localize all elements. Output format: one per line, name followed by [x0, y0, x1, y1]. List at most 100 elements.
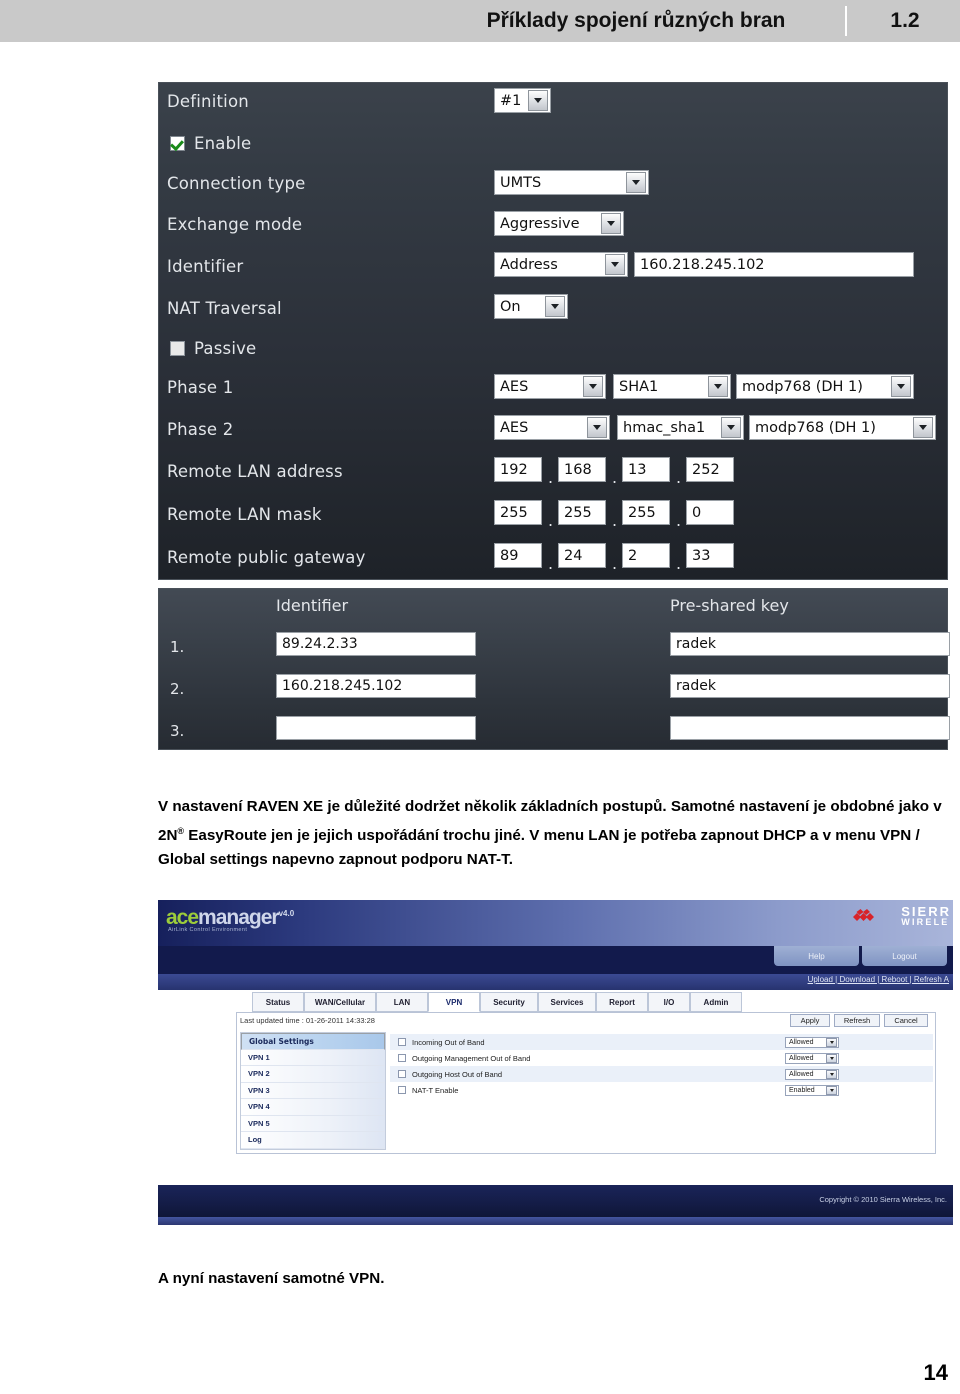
tab-vpn[interactable]: VPN [428, 992, 480, 1012]
identifier-type-value: Address [500, 256, 558, 273]
tab-io[interactable]: I/O [648, 992, 690, 1012]
definition-select[interactable]: #1 [494, 88, 551, 113]
preshared-key-panel: Identifier Pre-shared key 1. 89.24.2.33 … [158, 588, 950, 750]
logout-button[interactable]: Logout [862, 946, 947, 966]
page-title: Příklady spojení různých bran [430, 0, 842, 42]
acemanager-screenshot: acemanagerv4.0 AirLink Control Environme… [158, 900, 953, 1225]
setting-label-outgoing-host-out-of-band: Outgoing Host Out of Band [412, 1069, 503, 1079]
remote-public-gateway-octet-1[interactable]: 89 [494, 543, 542, 568]
identifier-type-select[interactable]: Address [494, 252, 628, 277]
remote-lan-mask-octet-3[interactable]: 255 [622, 500, 670, 525]
sidebar-item-vpn-5[interactable]: VPN 5 [241, 1115, 385, 1132]
apply-button[interactable]: Apply [790, 1014, 830, 1027]
octet-dot: . [612, 468, 618, 487]
remote-lan-address-octet-2[interactable]: 168 [558, 457, 606, 482]
passive-checkbox[interactable] [170, 341, 185, 356]
tab-lan[interactable]: LAN [376, 992, 428, 1012]
sidebar-item-vpn-4[interactable]: VPN 4 [241, 1099, 385, 1116]
sidebar-item-log[interactable]: Log [241, 1132, 385, 1149]
phase1-dhgroup-select[interactable]: modp768 (DH 1) [736, 374, 914, 399]
nat-traversal-value: On [500, 298, 521, 315]
chevron-down-icon [528, 90, 548, 111]
setting-select-incoming-out-of-band[interactable]: Allowed [785, 1036, 839, 1048]
setting-row-outgoing-host-out-of-band: Outgoing Host Out of Band Allowed [390, 1066, 933, 1082]
phase2-encryption-select[interactable]: AES [494, 415, 610, 440]
chevron-down-icon [708, 376, 728, 397]
phase2-authentication-select[interactable]: hmac_sha1 [617, 415, 744, 440]
setting-select-outgoing-host-out-of-band[interactable]: Allowed [785, 1068, 839, 1080]
identifier-address-input[interactable]: 160.218.245.102 [634, 252, 914, 277]
cancel-button[interactable]: Cancel [884, 1014, 928, 1027]
tab-report[interactable]: Report [596, 992, 648, 1012]
help-button[interactable]: Help [774, 946, 859, 966]
psk-key-input-3[interactable] [670, 716, 950, 740]
setting-value-incoming-out-of-band: Allowed [789, 1038, 814, 1046]
remote-lan-address-octet-3[interactable]: 13 [622, 457, 670, 482]
phase2-dhgroup-value: modp768 (DH 1) [755, 419, 876, 436]
sidebar-item-global-settings[interactable]: Global Settings [241, 1033, 385, 1050]
tab-security[interactable]: Security [480, 992, 538, 1012]
sierra-wireless-brand-text: SIERR WIRELE [901, 905, 951, 928]
psk-key-input-1[interactable]: radek [670, 632, 950, 656]
chevron-down-icon [626, 172, 646, 193]
octet-dot: . [676, 511, 682, 530]
sidebar-item-vpn-1[interactable]: VPN 1 [241, 1049, 385, 1066]
checkbox-outgoing-management-out-of-band[interactable] [398, 1054, 406, 1062]
remote-lan-address-octet-1[interactable]: 192 [494, 457, 542, 482]
acemanager-quick-links[interactable]: Upload | Download | Reboot | Refresh A [808, 975, 949, 984]
psk-identifier-input-3[interactable] [276, 716, 476, 740]
checkbox-nat-t-enable[interactable] [398, 1086, 406, 1094]
remote-public-gateway-octet-4[interactable]: 33 [686, 543, 734, 568]
chevron-down-icon [913, 417, 933, 438]
connection-type-select[interactable]: UMTS [494, 170, 649, 195]
label-nat-traversal: NAT Traversal [167, 299, 282, 318]
exchange-mode-value: Aggressive [500, 215, 580, 232]
tab-services[interactable]: Services [538, 992, 596, 1012]
remote-lan-mask-octet-1[interactable]: 255 [494, 500, 542, 525]
exchange-mode-select[interactable]: Aggressive [494, 211, 624, 236]
tab-wan-cellular[interactable]: WAN/Cellular [304, 992, 376, 1012]
tab-admin[interactable]: Admin [690, 992, 742, 1012]
setting-select-outgoing-management-out-of-band[interactable]: Allowed [785, 1052, 839, 1064]
refresh-button[interactable]: Refresh [834, 1014, 880, 1027]
phase1-encryption-value: AES [500, 378, 529, 395]
checkbox-outgoing-host-out-of-band[interactable] [398, 1070, 406, 1078]
enable-checkbox[interactable] [170, 136, 185, 151]
remote-lan-mask-octet-4[interactable]: 0 [686, 500, 734, 525]
psk-key-input-2[interactable]: radek [670, 674, 950, 698]
psk-row-number-1: 1. [170, 638, 185, 656]
sidebar-item-vpn-2[interactable]: VPN 2 [241, 1066, 385, 1083]
label-phase-2: Phase 2 [167, 420, 234, 439]
checkbox-incoming-out-of-band[interactable] [398, 1038, 406, 1046]
label-passive: Passive [194, 339, 257, 358]
chevron-down-icon [605, 254, 625, 275]
definition-select-value: #1 [500, 92, 522, 109]
chevron-down-icon [826, 1069, 837, 1079]
setting-select-nat-t-enable[interactable]: Enabled [785, 1084, 839, 1096]
phase2-dhgroup-select[interactable]: modp768 (DH 1) [749, 415, 936, 440]
sierra-wireless-logo-icon [853, 909, 874, 921]
remote-public-gateway-octet-3[interactable]: 2 [622, 543, 670, 568]
acemanager-logo-manager: manager [198, 906, 280, 929]
setting-value-outgoing-management-out-of-band: Allowed [789, 1054, 814, 1062]
remote-lan-address-octet-4[interactable]: 252 [686, 457, 734, 482]
phase1-authentication-select[interactable]: SHA1 [613, 374, 731, 399]
acemanager-sidebar: Global Settings VPN 1 VPN 2 VPN 3 VPN 4 … [240, 1032, 386, 1150]
remote-public-gateway-octet-2[interactable]: 24 [558, 543, 606, 568]
acemanager-logo-version: v4.0 [278, 909, 295, 918]
acemanager-copyright: Copyright © 2010 Sierra Wireless, Inc. [819, 1195, 947, 1204]
column-header-identifier: Identifier [276, 596, 349, 615]
remote-lan-mask-octet-2[interactable]: 255 [558, 500, 606, 525]
psk-identifier-input-2[interactable]: 160.218.245.102 [276, 674, 476, 698]
chevron-down-icon [891, 376, 911, 397]
sidebar-item-vpn-3[interactable]: VPN 3 [241, 1082, 385, 1099]
octet-dot: . [676, 554, 682, 573]
nat-traversal-select[interactable]: On [494, 294, 568, 319]
phase1-dhgroup-value: modp768 (DH 1) [742, 378, 863, 395]
body-paragraph-part-2: EasyRoute jen je jejich uspořádání troch… [158, 827, 920, 869]
tab-status[interactable]: Status [252, 992, 304, 1012]
psk-identifier-input-1[interactable]: 89.24.2.33 [276, 632, 476, 656]
phase1-encryption-select[interactable]: AES [494, 374, 606, 399]
connection-type-value: UMTS [500, 174, 542, 191]
chevron-down-icon [545, 296, 565, 317]
